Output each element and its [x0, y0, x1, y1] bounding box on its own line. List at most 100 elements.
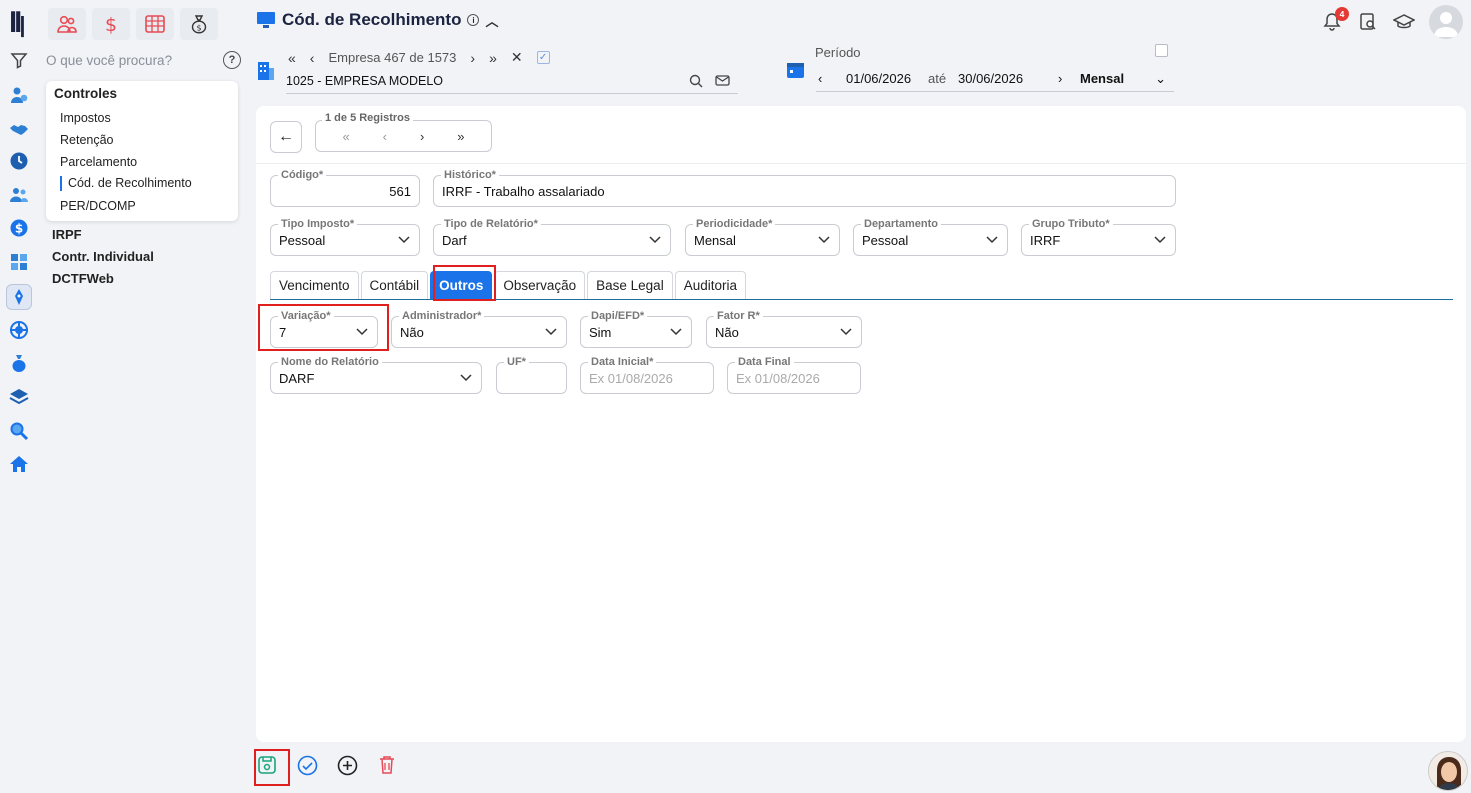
chevron-down-icon[interactable] — [839, 325, 853, 339]
app-logo[interactable]: ꟾꟾ| — [9, 12, 25, 38]
fator-r-value[interactable]: Não — [715, 325, 839, 340]
prev-record-button[interactable]: ‹ — [383, 129, 387, 144]
first-empresa-button[interactable]: « — [288, 50, 296, 66]
submenu-item-retencao[interactable]: Retenção — [54, 129, 230, 151]
sidebar-group-contr-individual[interactable]: Contr. Individual — [52, 249, 154, 264]
data-inicial-field[interactable]: Data Inicial* Ex 01/08/2026 — [580, 355, 714, 394]
back-button[interactable]: ← — [270, 121, 302, 153]
next-record-button[interactable]: › — [420, 129, 424, 144]
user-money-icon[interactable] — [8, 84, 30, 106]
chevron-down-icon[interactable] — [459, 371, 473, 385]
sidebar-search-placeholder[interactable]: O que você procura? — [46, 53, 172, 68]
tab-vencimento[interactable]: Vencimento — [270, 271, 359, 299]
notification-bell-icon[interactable]: 4 — [1321, 7, 1349, 33]
tab-auditoria[interactable]: Auditoria — [674, 271, 746, 299]
dollar-app-icon[interactable]: $ — [92, 8, 130, 40]
info-icon[interactable]: i — [467, 14, 480, 26]
periodo-checkbox[interactable] — [1155, 44, 1168, 57]
periodicidade-select[interactable]: Periodicidade* Mensal — [685, 217, 840, 256]
tab-base-legal[interactable]: Base Legal — [587, 271, 673, 299]
empresa-field[interactable]: 1025 - EMPRESA MODELO — [286, 69, 738, 94]
last-record-button[interactable]: » — [457, 129, 464, 144]
chevron-down-icon[interactable] — [397, 233, 411, 247]
departamento-select[interactable]: Departamento Pessoal — [853, 217, 1008, 256]
submenu-title[interactable]: Controles — [54, 86, 230, 101]
sidebar-group-irpf[interactable]: IRPF — [52, 227, 82, 242]
historico-field[interactable]: Histórico* IRRF - Trabalho assalariado — [433, 168, 1176, 207]
mail-icon[interactable] — [715, 74, 730, 87]
historico-value[interactable]: IRRF - Trabalho assalariado — [442, 184, 1167, 199]
spreadsheet-app-icon[interactable] — [136, 8, 174, 40]
graduation-cap-icon[interactable] — [1393, 11, 1415, 33]
tipo-relatorio-select[interactable]: Tipo de Relatório* Darf — [433, 217, 671, 256]
search-icon[interactable] — [689, 74, 703, 88]
nome-relatorio-select[interactable]: Nome do Relatório DARF — [270, 355, 482, 394]
grupo-tributo-value[interactable]: IRRF — [1030, 233, 1153, 248]
home-icon[interactable] — [8, 453, 30, 475]
tipo-imposto-select[interactable]: Tipo Imposto* Pessoal — [270, 217, 420, 256]
administrador-value[interactable]: Não — [400, 325, 544, 340]
periodo-tipo-select[interactable]: Mensal — [1080, 71, 1155, 86]
clock-icon[interactable] — [8, 150, 30, 172]
data-final-placeholder[interactable]: Ex 01/08/2026 — [736, 371, 852, 386]
departamento-value[interactable]: Pessoal — [862, 233, 985, 248]
dapi-efd-value[interactable]: Sim — [589, 325, 669, 340]
tipo-relatorio-value[interactable]: Darf — [442, 233, 648, 248]
people-icon[interactable] — [8, 184, 30, 206]
confirm-button[interactable] — [296, 754, 318, 776]
periodo-end[interactable]: 30/06/2026 — [958, 71, 1058, 86]
calculator-icon[interactable] — [8, 251, 30, 273]
pen-tool-icon[interactable] — [6, 284, 32, 310]
prev-periodo-button[interactable]: ‹ — [816, 71, 846, 86]
next-periodo-button[interactable]: › — [1058, 71, 1080, 86]
money-bag-icon[interactable] — [8, 352, 30, 374]
document-search-icon[interactable] — [1357, 11, 1379, 33]
dollar-coin-icon[interactable]: $ — [8, 217, 30, 239]
dapi-efd-select[interactable]: Dapi/EFD* Sim — [580, 309, 692, 348]
moneybag-app-icon[interactable]: $ — [180, 8, 218, 40]
network-icon[interactable] — [8, 319, 30, 341]
sidebar-group-dctfweb[interactable]: DCTFWeb — [52, 271, 114, 286]
submenu-item-perdcomp[interactable]: PER/DCOMP — [54, 195, 230, 217]
grupo-tributo-select[interactable]: Grupo Tributo* IRRF — [1021, 217, 1176, 256]
tab-observacao[interactable]: Observação — [494, 271, 586, 299]
chevron-down-icon[interactable] — [544, 325, 558, 339]
fator-r-select[interactable]: Fator R* Não — [706, 309, 862, 348]
chevron-down-icon[interactable] — [648, 233, 662, 247]
empresa-checkbox[interactable]: ✓ — [536, 51, 550, 64]
nome-relatorio-value[interactable]: DARF — [279, 371, 459, 386]
codigo-value[interactable]: 561 — [279, 184, 411, 199]
uf-field[interactable]: UF* — [496, 355, 567, 394]
chevron-down-icon[interactable] — [669, 325, 683, 339]
last-empresa-button[interactable]: » — [489, 50, 497, 66]
search-icon[interactable] — [8, 420, 30, 442]
user-avatar[interactable] — [1429, 5, 1463, 39]
data-inicial-placeholder[interactable]: Ex 01/08/2026 — [589, 371, 705, 386]
data-final-field[interactable]: Data Final Ex 01/08/2026 — [727, 355, 861, 394]
chevron-up-icon[interactable]: ︿ — [485, 11, 498, 30]
tab-contabil[interactable]: Contábil — [360, 271, 429, 299]
chevron-down-icon[interactable] — [985, 233, 999, 247]
layers-icon[interactable] — [8, 386, 30, 408]
next-empresa-button[interactable]: › — [470, 50, 475, 66]
periodo-start[interactable]: 01/06/2026 — [846, 71, 928, 86]
filter-icon[interactable] — [8, 49, 30, 71]
help-icon[interactable]: ? — [223, 51, 241, 69]
chevron-down-icon[interactable]: ⌄ — [1155, 71, 1174, 87]
codigo-field[interactable]: Código* 561 — [270, 168, 420, 207]
submenu-item-parcelamento[interactable]: Parcelamento — [54, 151, 230, 173]
add-button[interactable] — [336, 754, 358, 776]
periodicidade-value[interactable]: Mensal — [694, 233, 817, 248]
prev-empresa-button[interactable]: ‹ — [310, 50, 315, 66]
tipo-imposto-value[interactable]: Pessoal — [279, 233, 397, 248]
sidebar-search[interactable]: O que você procura? ? — [46, 50, 241, 70]
first-record-button[interactable]: « — [342, 129, 349, 144]
people-app-icon[interactable] — [48, 8, 86, 40]
handshake-icon[interactable] — [8, 118, 30, 140]
assistant-avatar[interactable] — [1428, 751, 1468, 791]
submenu-item-cod-recolhimento[interactable]: Cód. de Recolhimento — [60, 176, 230, 191]
administrador-select[interactable]: Administrador* Não — [391, 309, 567, 348]
close-icon[interactable]: ✕ — [511, 49, 523, 66]
chevron-down-icon[interactable] — [1153, 233, 1167, 247]
submenu-item-impostos[interactable]: Impostos — [54, 107, 230, 129]
